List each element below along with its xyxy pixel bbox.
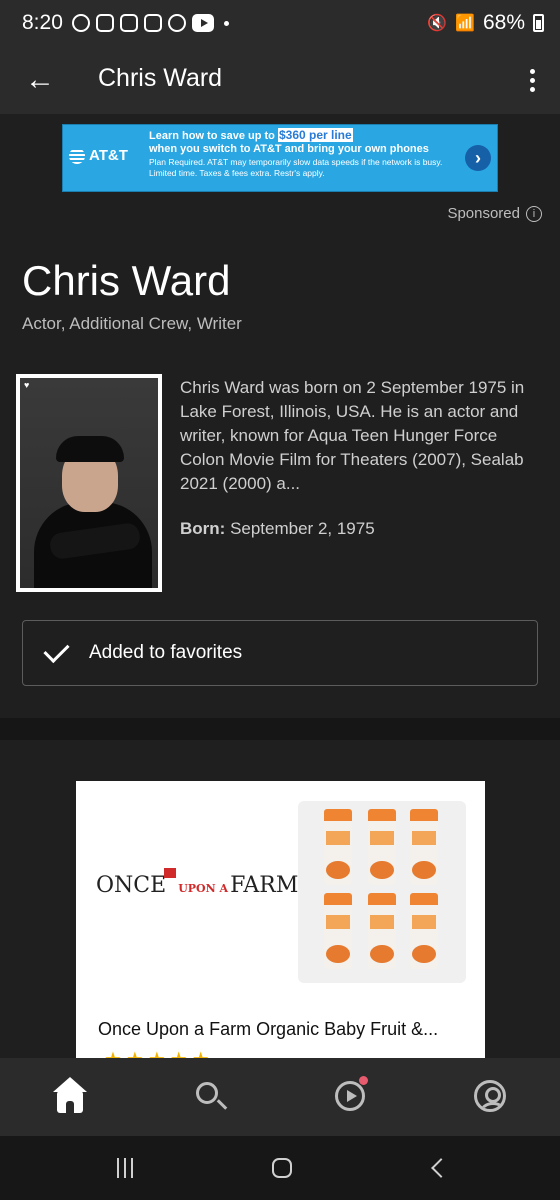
barn-icon [164, 868, 177, 878]
info-icon[interactable]: i [526, 205, 542, 222]
status-right: 🔇 📶 68% [427, 11, 544, 35]
instagram-icon [144, 14, 162, 32]
bottom-nav [0, 1058, 560, 1136]
system-nav-bar [0, 1136, 560, 1200]
ad-section: AT&T Learn how to save up to $360 per li… [0, 114, 560, 202]
notification-icons [72, 14, 229, 32]
ad-text: Learn how to save up to $360 per line wh… [149, 128, 443, 178]
home-outline-icon [272, 1158, 292, 1178]
wifi-icon: 📶 [455, 15, 475, 32]
home-icon [53, 1077, 87, 1113]
status-time: 8:20 [22, 11, 63, 34]
notification-dot [359, 1076, 368, 1085]
sponsored-label[interactable]: Sponsored i [447, 205, 542, 222]
status-bar: 8:20 🔇 📶 68% [0, 0, 560, 46]
account-icon [474, 1080, 506, 1112]
att-globe-icon [69, 147, 85, 164]
more-notifications-dot [224, 20, 229, 26]
system-back-button[interactable] [426, 1154, 451, 1182]
product-title: Once Upon a Farm Organic Baby Fruit &... [98, 1019, 439, 1039]
system-home-button[interactable] [268, 1154, 296, 1182]
instagram-icon [120, 14, 138, 32]
product-ad-card[interactable]: ONCE UPON AFARM Once Upon a Farm Organic … [76, 781, 485, 1071]
battery-percent: 68% [482, 11, 525, 34]
back-button[interactable]: ← [22, 62, 58, 98]
recents-button[interactable] [112, 1154, 138, 1182]
nav-home[interactable] [50, 1076, 90, 1116]
heart-icon: ♥ [24, 380, 30, 390]
person-portrait[interactable]: ♥ [16, 374, 162, 592]
born-label: Born: [180, 519, 226, 538]
messenger-icon [72, 14, 90, 32]
att-logo: AT&T [69, 147, 128, 164]
more-options-button[interactable] [522, 64, 542, 96]
play-icon [335, 1081, 365, 1111]
favorites-button[interactable]: Added to favorites [22, 620, 538, 686]
app-bar: ← Chris Ward [0, 46, 560, 114]
born-info: Born: September 2, 1975 [180, 519, 375, 539]
more-vert-icon [529, 68, 535, 74]
section-divider [0, 718, 560, 740]
nav-search[interactable] [190, 1076, 230, 1116]
ad-highlight: $360 per line [277, 128, 353, 142]
nav-account[interactable] [470, 1076, 510, 1116]
person-name: Chris Ward [22, 257, 231, 304]
check-icon [43, 636, 70, 664]
born-value: September 2, 1975 [230, 519, 375, 538]
att-ad-banner[interactable]: AT&T Learn how to save up to $360 per li… [62, 124, 498, 192]
youtube-icon [192, 14, 214, 32]
search-icon [196, 1082, 218, 1104]
arrow-left-icon: ← [25, 63, 55, 96]
person-roles: Actor, Additional Crew, Writer [22, 314, 242, 333]
chevron-right-icon[interactable]: › [465, 145, 491, 171]
person-bio[interactable]: Chris Ward was born on 2 September 1975 … [180, 376, 540, 496]
pinterest-icon [168, 14, 186, 32]
battery-icon [533, 14, 544, 32]
favorites-label: Added to favorites [89, 642, 243, 663]
once-upon-a-farm-logo: ONCE UPON AFARM [96, 868, 298, 898]
nav-video[interactable] [330, 1076, 370, 1116]
mute-icon: 🔇 [427, 15, 448, 32]
recents-icon [117, 1158, 119, 1178]
instagram-icon [96, 14, 114, 32]
chevron-left-icon [431, 1158, 451, 1178]
product-image [298, 801, 466, 983]
app-bar-title: Chris Ward [98, 64, 223, 92]
